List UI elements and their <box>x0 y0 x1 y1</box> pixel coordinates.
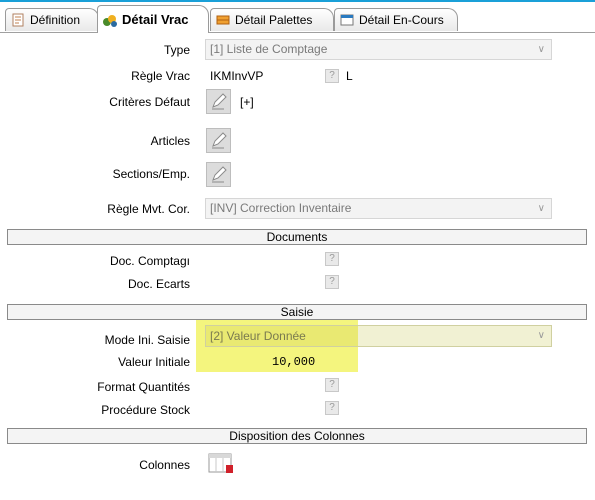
in-progress-detail-icon <box>339 12 355 28</box>
sections-label: Sections/Emp. <box>112 167 190 181</box>
pen-icon <box>212 166 227 183</box>
type-value: [1] Liste de Comptage <box>210 42 328 56</box>
criteres-edit-button[interactable] <box>206 89 231 114</box>
bulk-detail-icon <box>102 12 118 28</box>
chevron-down-icon: ∨ <box>537 203 545 214</box>
format-quantites-help-button[interactable]: ? <box>325 378 339 392</box>
pallet-detail-icon <box>215 12 231 28</box>
articles-edit-button[interactable] <box>206 128 231 153</box>
procedure-stock-help-button[interactable]: ? <box>325 401 339 415</box>
regle-vrac-suffix: L <box>346 69 353 83</box>
format-quantites-label: Format Quantités <box>97 380 190 394</box>
regle-vrac-help-button[interactable]: ? <box>325 69 339 83</box>
procedure-stock-label: Procédure Stock <box>101 403 190 417</box>
type-select[interactable]: [1] Liste de Comptage ∨ <box>205 39 552 60</box>
mode-saisie-value: [2] Valeur Donnée <box>210 329 306 343</box>
doc-comptage-help-button[interactable]: ? <box>325 252 339 266</box>
tab-definition[interactable]: Définition <box>5 8 99 31</box>
doc-comptage-label: Doc. Comptagı <box>109 254 190 268</box>
tab-label: Définition <box>30 13 81 27</box>
chevron-down-icon: ∨ <box>537 330 545 341</box>
colonnes-button[interactable] <box>206 450 236 477</box>
columns-layout-icon <box>208 453 233 473</box>
colonnes-section-header: Disposition des Colonnes <box>7 428 587 444</box>
regle-mvt-select[interactable]: [INV] Correction Inventaire ∨ <box>205 198 552 219</box>
doc-ecarts-help-button[interactable]: ? <box>325 275 339 289</box>
colonnes-label: Colonnes <box>139 458 190 472</box>
regle-mvt-label: Règle Mvt. Cor. <box>107 202 190 216</box>
tab-detail-palettes[interactable]: Détail Palettes <box>210 8 334 31</box>
regle-mvt-value: [INV] Correction Inventaire <box>210 201 352 215</box>
tab-label: Détail Vrac <box>122 12 189 27</box>
regle-vrac-label: Règle Vrac <box>131 69 190 83</box>
pen-icon <box>212 93 227 110</box>
doc-ecarts-label: Doc. Ecarts <box>127 277 190 291</box>
articles-label: Articles <box>150 134 190 148</box>
tab-bar: Définition Détail Vrac Détail Palettes D… <box>0 2 595 33</box>
tab-label: Détail En-Cours <box>359 13 444 27</box>
saisie-section-header: Saisie <box>7 304 587 320</box>
regle-vrac-value: IKMInvVP <box>210 69 264 83</box>
sections-edit-button[interactable] <box>206 162 231 187</box>
pen-icon <box>212 132 227 149</box>
type-label: Type <box>163 43 190 57</box>
chevron-down-icon: ∨ <box>537 44 545 55</box>
documents-section-header: Documents <box>7 229 587 245</box>
valeur-initiale-input[interactable]: 10,000 <box>272 355 315 369</box>
tab-label: Détail Palettes <box>235 13 313 27</box>
mode-saisie-select[interactable]: [2] Valeur Donnée ∨ <box>205 325 552 347</box>
tab-detail-en-cours[interactable]: Détail En-Cours <box>334 8 458 31</box>
definition-icon <box>10 12 26 28</box>
criteres-value: [+] <box>240 95 254 109</box>
criteres-label: Critères Défaut <box>109 95 190 109</box>
tab-detail-vrac[interactable]: Détail Vrac <box>97 5 209 33</box>
valeur-initiale-label: Valeur Initiale <box>118 355 190 369</box>
mode-saisie-label: Mode Ini. Saisie <box>104 333 190 347</box>
